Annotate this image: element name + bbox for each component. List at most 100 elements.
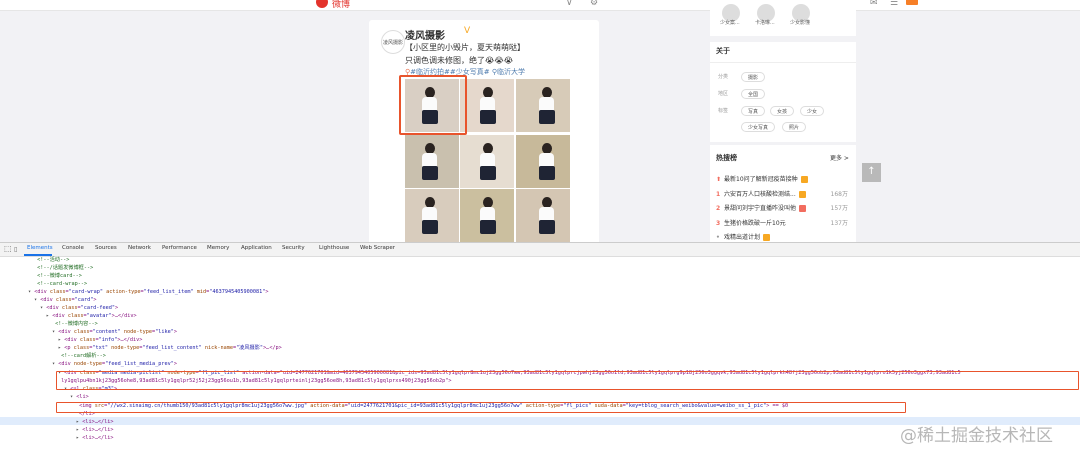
dom-node-line[interactable]: <!--card解析-->	[58, 353, 106, 361]
hot-item[interactable]: ⬆ 最新10问了解新冠疫苗接种	[716, 174, 854, 184]
tag[interactable]: 照片	[782, 122, 807, 132]
dom-node-line[interactable]: ▸ <li>…</li>	[76, 419, 114, 427]
v-badge-icon: V	[464, 26, 471, 36]
more-icon[interactable]: ☰	[890, 0, 898, 8]
dom-node-line[interactable]: ▾ <div class="content" node-type="like">	[52, 329, 177, 337]
chevron-icon[interactable]: ∨	[566, 0, 573, 8]
tab-console[interactable]: Console	[62, 245, 84, 251]
dom-node-line[interactable]: ▸ <div class="info">…</div>	[58, 337, 142, 345]
highlight-box	[56, 371, 1079, 390]
hot-badge-icon	[800, 176, 808, 183]
user-label[interactable]: 少女案...	[720, 19, 740, 26]
dom-node-line[interactable]: ▾ <div class="card">	[34, 297, 97, 305]
dom-node-line[interactable]: ▾ <li>	[70, 394, 89, 402]
tag[interactable]: 摄影	[741, 72, 766, 82]
hot-item[interactable]: 1 六安百万人口核酸检测结... 168万	[716, 189, 854, 199]
photo-thumbnail[interactable]	[516, 189, 570, 242]
post-text-line: 只调色调未修图，绝了😭😭😭	[405, 56, 514, 65]
user-label[interactable]: 少女影懂	[790, 19, 810, 26]
about-key: 分类	[718, 74, 729, 80]
tab-performance[interactable]: Performance	[162, 245, 197, 251]
photo-thumbnail[interactable]	[460, 135, 514, 188]
pin-icon: ⬆	[716, 176, 722, 183]
tag[interactable]: 少女写真	[741, 122, 776, 132]
photo-figure-body	[480, 97, 495, 111]
tab-sources[interactable]: Sources	[95, 245, 117, 251]
tab-network[interactable]: Network	[128, 245, 151, 251]
dom-node-line[interactable]: ▾ <div class="card-feed">	[40, 305, 118, 313]
hot-badge-icon	[799, 205, 807, 212]
hot-item-title: 景甜问刘宇宁直播咋没叫他	[724, 205, 797, 212]
scroll-to-top-button[interactable]: ↑	[862, 163, 881, 182]
dom-node-line[interactable]: <!--活动-->	[34, 257, 69, 265]
hot-rank: 3	[716, 220, 721, 227]
tab-lighthouse[interactable]: Lighthouse	[319, 245, 349, 251]
device-icon[interactable]: ▯	[14, 246, 17, 253]
more-link[interactable]: 更多 >	[830, 153, 849, 162]
hot-search-panel: 热搜榜 更多 > ⬆ 最新10问了解新冠疫苗接种 1 六安百万人口核酸检测结... 1…	[710, 145, 856, 242]
hot-item[interactable]: 3 生猪价格跌破一斤10元 137万	[716, 218, 854, 228]
photo-figure-body	[539, 153, 554, 167]
location-link[interactable]: ⚲临沂大学	[492, 68, 525, 76]
photo-figure-skirt	[422, 166, 438, 180]
hot-item-title: 最新10问了解新冠疫苗接种	[724, 176, 798, 183]
hot-item-title: 六安百万人口核酸检测结...	[724, 191, 796, 198]
tab-security[interactable]: Security	[282, 245, 305, 251]
avatar[interactable]: 凌风摄影	[381, 30, 405, 54]
photo-figure-body	[539, 207, 554, 221]
tag[interactable]: 全国	[741, 89, 766, 99]
location-text: 临沂大学	[496, 68, 525, 76]
weibo-page: 微博 ∨ ⚙ ⌂ ✉ ☰ 少女案... 卡洛琳... 少女影懂 凌风摄影 凌风摄…	[0, 0, 1080, 242]
dom-node-line[interactable]: <!--微博card-->	[34, 273, 82, 281]
photo-thumbnail[interactable]	[405, 135, 459, 188]
hot-item[interactable]: • 戏精出道计划	[716, 232, 854, 242]
about-panel: 关于 分类 摄影 地区 全国 标签 写真 女孩 少女 少女写真 照片	[710, 42, 856, 142]
photo-figure-skirt	[539, 110, 555, 124]
tag[interactable]: 女孩	[770, 106, 795, 116]
gear-icon[interactable]: ⚙	[590, 0, 598, 8]
dom-node-line[interactable]: ▾ <div class="card-wrap" action-type="fe…	[28, 289, 269, 297]
tab-memory[interactable]: Memory	[207, 245, 229, 251]
tag[interactable]: 写真	[741, 106, 766, 116]
tab-web-scraper[interactable]: Web Scraper	[360, 245, 395, 251]
user-label[interactable]: 卡洛琳...	[755, 19, 775, 26]
post-text-line: 【小区里的小毁片，夏天萌萌哒】	[405, 43, 525, 52]
dom-node-line[interactable]: ▸ <div class="avatar">…</div>	[46, 313, 137, 321]
dom-node-line[interactable]: <!--微博内容-->	[52, 321, 98, 329]
photo-thumbnail[interactable]	[516, 135, 570, 188]
hot-title: 热搜榜	[716, 154, 737, 162]
highlight-box	[399, 75, 467, 135]
dom-node-line[interactable]: <!--/话题发微博框-->	[34, 265, 93, 273]
photo-thumbnail[interactable]	[405, 189, 459, 242]
tag[interactable]: 少女	[800, 106, 825, 116]
hot-item[interactable]: 2 景甜问刘宇宁直播咋没叫他 157万	[716, 203, 854, 213]
watermark: @稀土掘金技术社区	[900, 426, 1053, 446]
about-key: 标签	[718, 108, 729, 114]
photo-figure-skirt	[539, 220, 555, 234]
tab-application[interactable]: Application	[241, 245, 272, 251]
dom-node-line[interactable]: ▸ <p class="txt" node-type="feed_list_co…	[58, 345, 282, 353]
photo-thumbnail[interactable]	[460, 189, 514, 242]
dom-node-line[interactable]: ▸ <li>…</li>	[76, 435, 114, 443]
avatar-text: 凌风摄影	[382, 39, 403, 46]
photo-thumbnail[interactable]	[516, 79, 570, 132]
hot-rank: 2	[716, 205, 721, 212]
dom-node-line[interactable]: ▸ <li>…</li>	[76, 427, 114, 435]
devtools-tab-bar: ⬚ ▯ Elements Console Sources Network Per…	[0, 243, 1080, 257]
devtools-panel: ⬚ ▯ Elements Console Sources Network Per…	[0, 242, 1080, 451]
hot-count: 137万	[830, 220, 848, 227]
photo-figure-body	[422, 153, 437, 167]
dom-node-line[interactable]: <!--card-wrap-->	[34, 281, 87, 289]
message-icon[interactable]: ✉	[870, 0, 878, 8]
weibo-logo-icon[interactable]	[316, 0, 328, 8]
logo-text: 微博	[332, 0, 351, 10]
tab-elements[interactable]: Elements	[27, 245, 53, 251]
divider	[710, 62, 856, 63]
compose-button[interactable]	[906, 0, 918, 5]
dom-node-line[interactable]: ▾ <div node-type="feed_list_media_prev">	[52, 361, 177, 369]
nick-name[interactable]: 凌风摄影	[405, 27, 445, 42]
photo-figure-skirt	[422, 220, 438, 234]
photo-thumbnail[interactable]	[460, 79, 514, 132]
hot-badge-icon	[763, 234, 771, 241]
inspect-icon[interactable]: ⬚	[4, 244, 12, 253]
